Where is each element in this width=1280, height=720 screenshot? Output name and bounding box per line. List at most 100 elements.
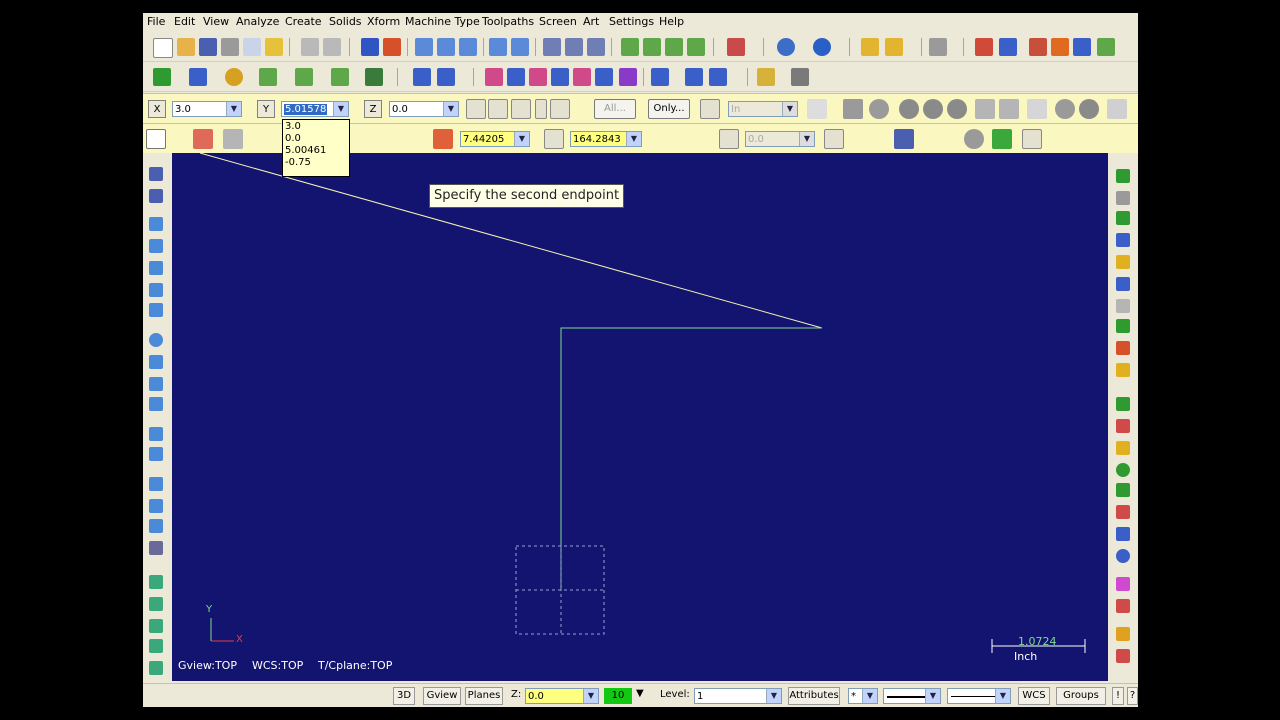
ruler-icon[interactable] bbox=[1116, 363, 1130, 377]
parallel-line-icon[interactable] bbox=[1116, 211, 1130, 225]
unzoom-icon[interactable] bbox=[459, 38, 477, 56]
z-coordinate-input[interactable]: 0.0 ▼ bbox=[389, 101, 459, 117]
chevron-down-icon[interactable]: ▼ bbox=[443, 102, 458, 116]
graphics-viewport[interactable]: Specify the second endpoint Y X Gview:TO… bbox=[172, 153, 1108, 681]
solid-extrude-icon[interactable] bbox=[149, 167, 163, 181]
modify-length-icon[interactable] bbox=[709, 68, 727, 86]
tangent-icon[interactable] bbox=[894, 129, 914, 149]
chevron-down-icon[interactable]: ▼ bbox=[333, 102, 348, 116]
y-history-item[interactable]: 5.00461 bbox=[285, 145, 347, 157]
line-endpoint-tool-icon[interactable] bbox=[1116, 169, 1130, 183]
transform-toolpath-icon[interactable] bbox=[149, 477, 163, 491]
color-swatch[interactable]: 10 bbox=[604, 688, 632, 704]
contour-icon[interactable] bbox=[149, 239, 163, 253]
chamfer-icon[interactable] bbox=[331, 68, 349, 86]
merge-icon[interactable] bbox=[265, 38, 283, 56]
spline-icon[interactable] bbox=[1116, 255, 1130, 269]
shape-icon[interactable] bbox=[869, 99, 889, 119]
chain-icon[interactable] bbox=[1116, 299, 1130, 313]
line-icon[interactable] bbox=[189, 68, 207, 86]
thread-icon[interactable] bbox=[149, 377, 163, 391]
quick-mask-icon[interactable] bbox=[757, 68, 775, 86]
surface-finish-icon[interactable] bbox=[149, 447, 163, 461]
zoom-in-icon[interactable] bbox=[489, 38, 507, 56]
trim-extend-icon[interactable] bbox=[1116, 319, 1130, 333]
horizontal-icon[interactable] bbox=[824, 129, 844, 149]
menu-machine-type[interactable]: Machine Type bbox=[405, 15, 480, 28]
analyze-icon[interactable] bbox=[861, 38, 879, 56]
unblank-icon[interactable] bbox=[587, 38, 605, 56]
z-depth-input[interactable]: 0.0 ▼ bbox=[525, 688, 599, 704]
3d-button[interactable]: 3D bbox=[393, 687, 415, 705]
layer-icon[interactable] bbox=[1116, 649, 1130, 663]
wrap-icon[interactable] bbox=[595, 68, 613, 86]
shaded-sphere-icon[interactable] bbox=[813, 38, 831, 56]
x-coordinate-input[interactable]: 3.0 ▼ bbox=[172, 101, 242, 117]
multiaxis-icon[interactable] bbox=[149, 597, 163, 611]
polyline-icon[interactable] bbox=[1116, 483, 1130, 497]
y-history-item[interactable]: -0.75 bbox=[285, 157, 347, 169]
apply-icon[interactable] bbox=[964, 129, 984, 149]
angle-icon[interactable] bbox=[544, 129, 564, 149]
chevron-down-icon[interactable]: ▼ bbox=[995, 689, 1010, 703]
sketch-icon[interactable] bbox=[1116, 441, 1130, 455]
backplot-icon[interactable] bbox=[999, 38, 1017, 56]
menu-art[interactable]: Art bbox=[583, 15, 599, 28]
intersect-icon[interactable] bbox=[947, 99, 967, 119]
menu-solids[interactable]: Solids bbox=[329, 15, 362, 28]
sum-icon[interactable] bbox=[1073, 38, 1091, 56]
window-select-icon[interactable] bbox=[843, 99, 863, 119]
iso-view-icon[interactable] bbox=[687, 38, 705, 56]
point-style-select[interactable]: * ▼ bbox=[848, 688, 878, 704]
outside-icon[interactable] bbox=[923, 99, 943, 119]
wireframe-globe-icon[interactable] bbox=[777, 38, 795, 56]
menu-xform[interactable]: Xform bbox=[367, 15, 400, 28]
zoom-window-icon[interactable] bbox=[415, 38, 433, 56]
snap-icon[interactable] bbox=[511, 99, 531, 119]
menu-settings[interactable]: Settings bbox=[609, 15, 654, 28]
zoom-target-icon[interactable] bbox=[437, 38, 455, 56]
color-icon[interactable] bbox=[1116, 577, 1130, 591]
nesting-icon[interactable] bbox=[149, 499, 163, 513]
menu-view[interactable]: View bbox=[203, 15, 229, 28]
print-icon[interactable] bbox=[221, 38, 239, 56]
exit-icon[interactable] bbox=[1097, 38, 1115, 56]
project-icon[interactable] bbox=[551, 68, 569, 86]
last-select-icon[interactable] bbox=[999, 99, 1019, 119]
selection-units-select[interactable]: In ▼ bbox=[728, 101, 798, 117]
question-button[interactable]: ? bbox=[1127, 687, 1138, 705]
new-file-icon[interactable] bbox=[153, 38, 173, 58]
line-style-select[interactable]: ▼ bbox=[883, 688, 941, 704]
vertical-input[interactable]: 0.0 ▼ bbox=[745, 131, 815, 147]
redo-icon[interactable] bbox=[323, 38, 341, 56]
chevron-down-icon[interactable]: ▼ bbox=[766, 689, 781, 703]
clear-select-icon[interactable] bbox=[1055, 99, 1075, 119]
line-endpoint-icon[interactable] bbox=[146, 129, 166, 149]
edit-second-point-icon[interactable] bbox=[223, 129, 243, 149]
chevron-down-icon[interactable]: ▼ bbox=[583, 689, 598, 703]
pointer-icon[interactable] bbox=[807, 99, 827, 119]
menu-toolpaths[interactable]: Toolpaths bbox=[482, 15, 534, 28]
swarf-icon[interactable] bbox=[149, 619, 163, 633]
level-icon[interactable] bbox=[1116, 599, 1130, 613]
world-icon[interactable] bbox=[1116, 549, 1130, 563]
autocursor-icon[interactable] bbox=[488, 99, 508, 119]
translate-icon[interactable] bbox=[413, 68, 431, 86]
break-icon[interactable] bbox=[651, 68, 669, 86]
y-history-item[interactable]: 0.0 bbox=[285, 133, 347, 145]
join-icon[interactable] bbox=[685, 68, 703, 86]
spring-icon[interactable] bbox=[149, 397, 163, 411]
chevron-down-icon[interactable]: ▼ bbox=[226, 102, 241, 116]
create-point-icon[interactable] bbox=[1116, 397, 1130, 411]
pan-icon[interactable] bbox=[361, 38, 379, 56]
arc-3point-icon[interactable] bbox=[1116, 191, 1130, 205]
stock-icon[interactable] bbox=[149, 541, 163, 555]
solid-icon[interactable] bbox=[365, 68, 383, 86]
verify-icon[interactable] bbox=[1029, 38, 1047, 56]
z-lock-button[interactable]: Z bbox=[364, 100, 382, 118]
groups-button[interactable]: Groups bbox=[1056, 687, 1106, 705]
helix-bore-icon[interactable] bbox=[149, 355, 163, 369]
expand-icon[interactable] bbox=[791, 68, 809, 86]
point-icon[interactable] bbox=[153, 68, 171, 86]
y-coordinate-input[interactable]: 5.01578 ▼ bbox=[281, 101, 349, 117]
